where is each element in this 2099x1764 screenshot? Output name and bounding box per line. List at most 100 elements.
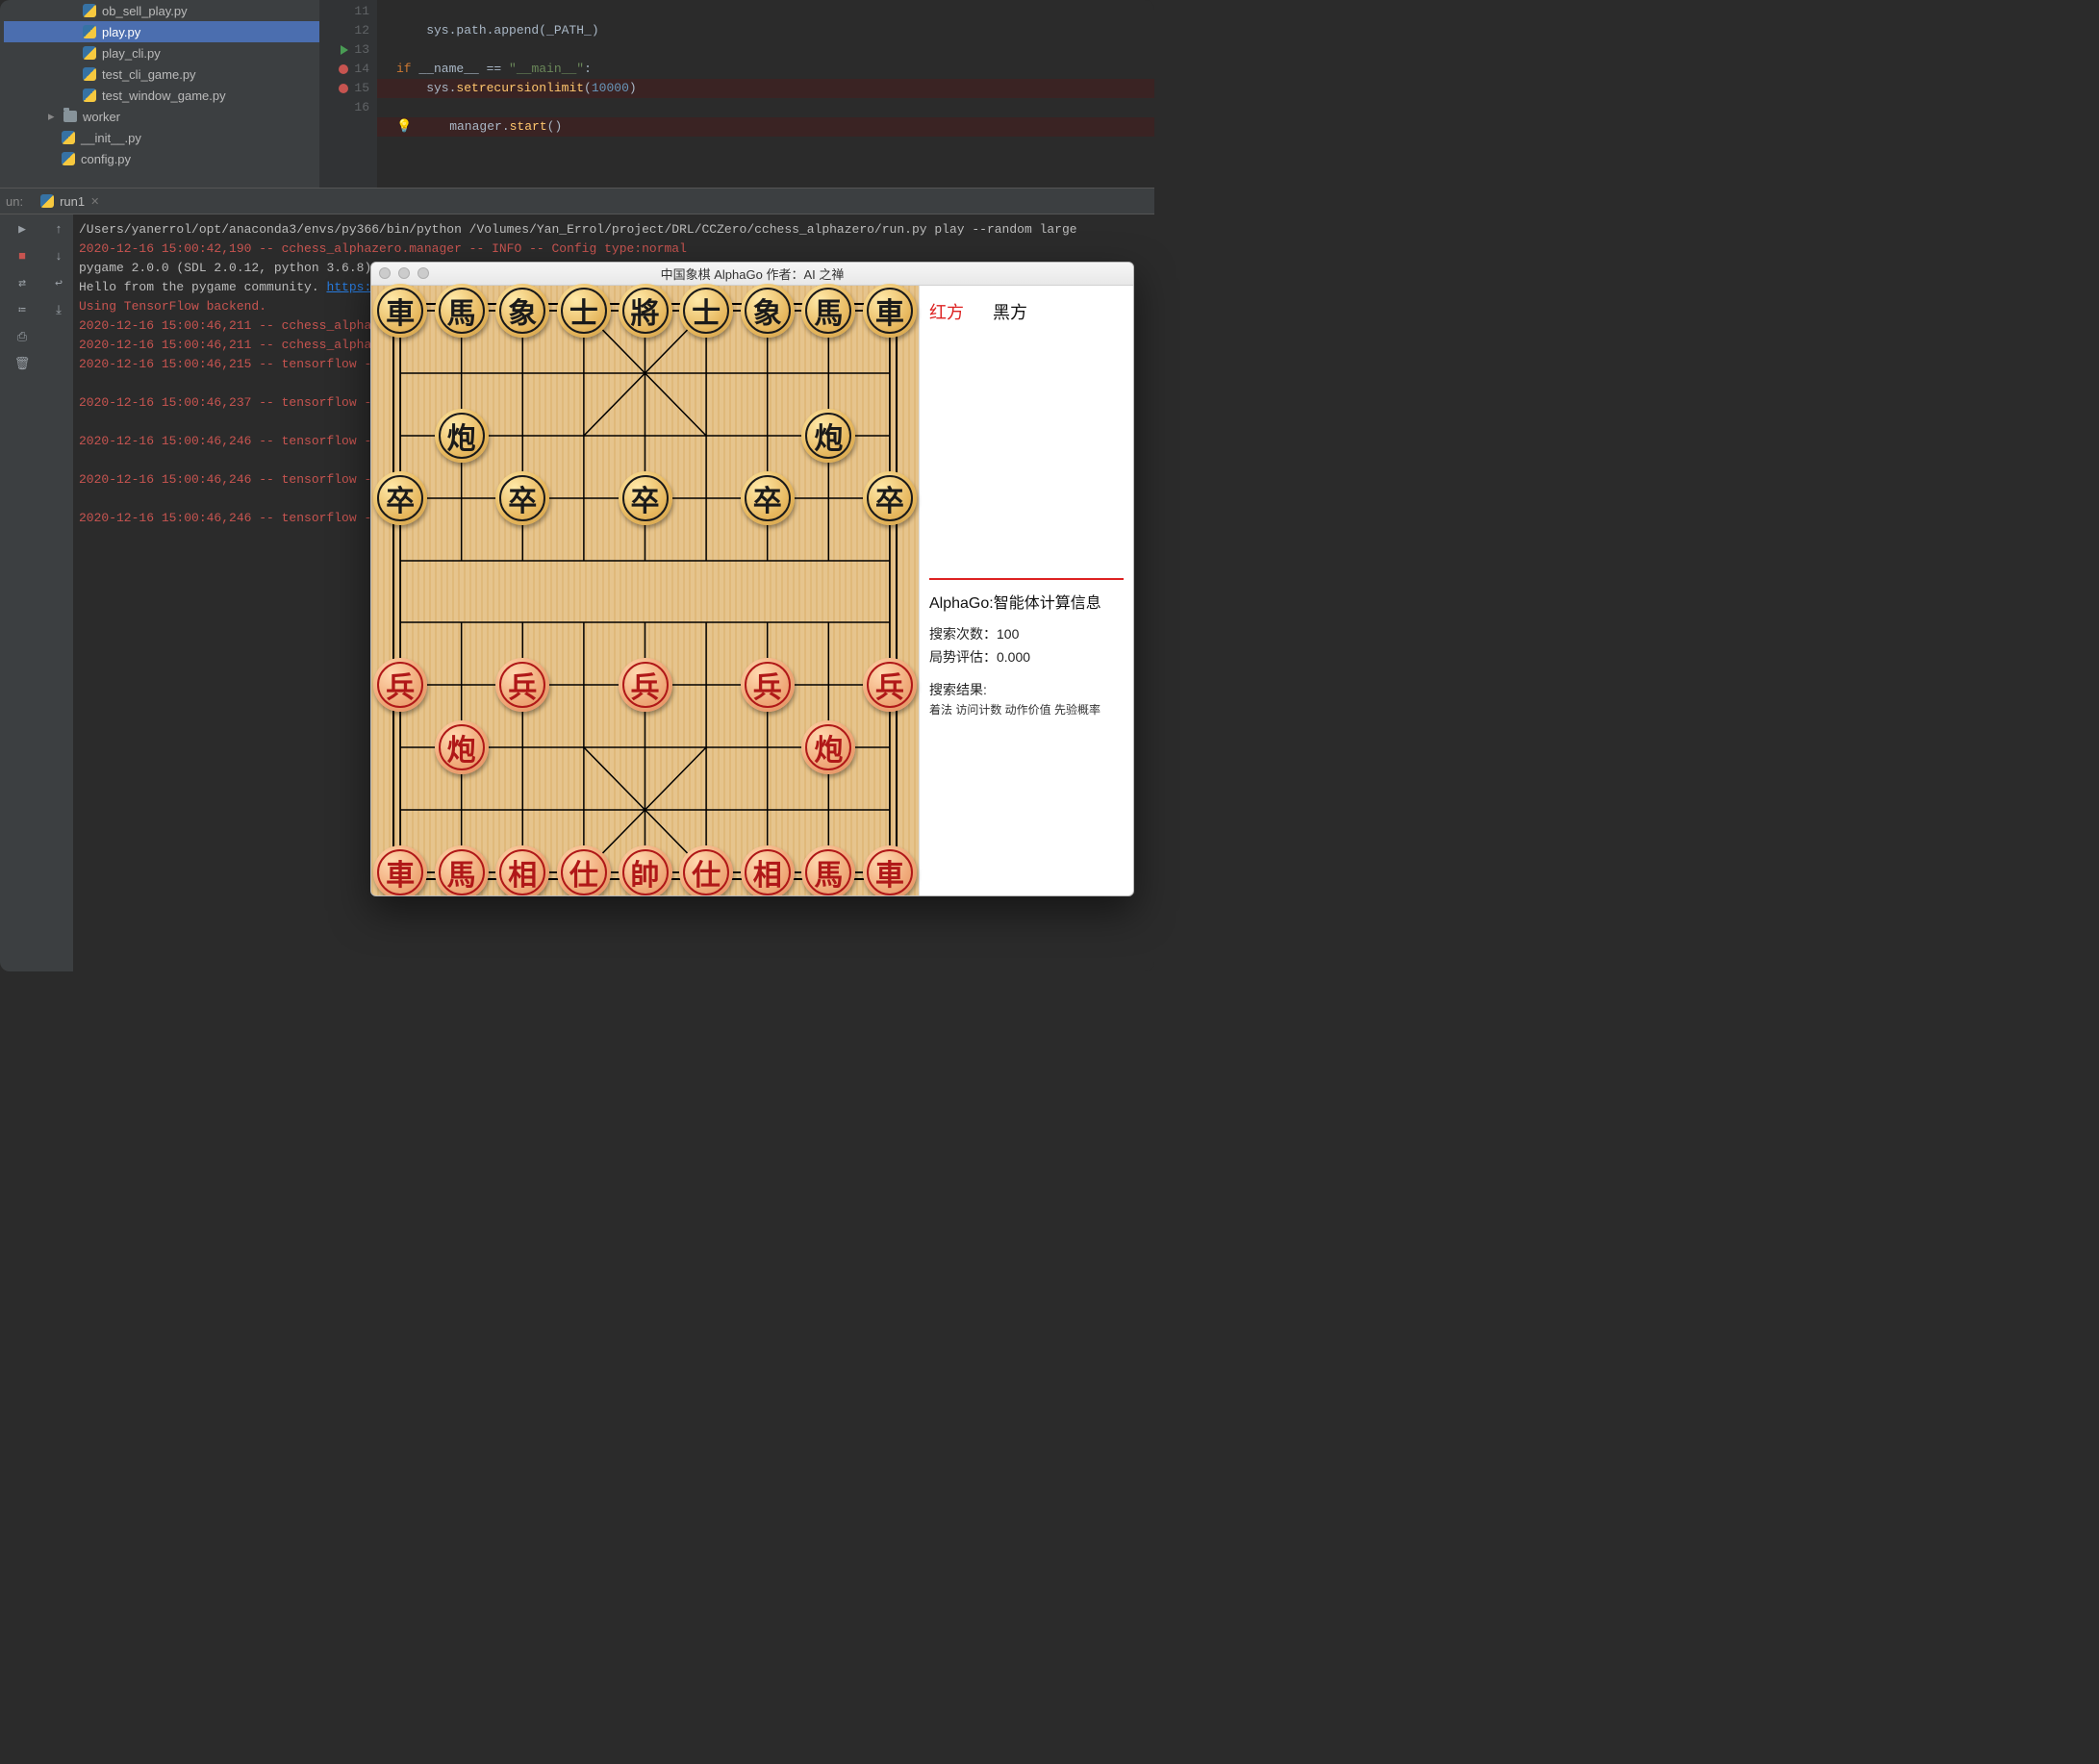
chess-piece-black[interactable]: 士 (679, 284, 733, 338)
close-icon[interactable]: ✕ (90, 195, 99, 208)
tree-file[interactable]: play_cli.py (4, 42, 319, 63)
black-player-label: 黑方 (993, 299, 1027, 324)
print-icon[interactable]: ⎙ (13, 328, 31, 345)
chess-piece-black[interactable]: 炮 (435, 409, 489, 463)
chess-piece-red[interactable]: 馬 (435, 845, 489, 896)
python-file-icon (83, 67, 96, 81)
project-tree[interactable]: ob_sell_play.py play.py play_cli.pytest_cl… (0, 0, 319, 188)
red-player-label: 红方 (929, 299, 964, 324)
board-grid (392, 303, 898, 880)
chess-piece-black[interactable]: 士 (557, 284, 611, 338)
layout-icon[interactable]: ≔ (13, 301, 31, 318)
search-count-value: 100 (997, 626, 1019, 642)
chess-piece-red[interactable]: 仕 (557, 845, 611, 896)
chess-piece-red[interactable]: 相 (495, 845, 549, 896)
chess-piece-black[interactable]: 馬 (435, 284, 489, 338)
tree-item-label: ob_sell_play.py (102, 4, 188, 18)
tree-file[interactable]: __init__.py (4, 127, 319, 148)
gutter-line[interactable]: 11 (319, 2, 369, 21)
search-result-columns: 着法 访问计数 动作价值 先验概率 (929, 701, 1124, 718)
gutter-line[interactable]: 14 (319, 60, 369, 79)
python-file-icon (83, 25, 96, 38)
chess-piece-red[interactable]: 馬 (801, 845, 855, 896)
down-icon[interactable]: ↓ (50, 247, 67, 265)
gutter-line[interactable]: 13 (319, 40, 369, 60)
expand-arrow-icon[interactable]: ▸ (48, 109, 58, 124)
editor-code[interactable]: sys.path.append(_PATH_) if __name__ == "… (377, 0, 1154, 188)
scroll-icon[interactable]: ⤓ (50, 301, 67, 318)
chess-piece-red[interactable]: 車 (863, 845, 917, 896)
window-titlebar[interactable]: 中国象棋 AlphaGo 作者：AI 之禅 (371, 263, 1133, 286)
chess-piece-black[interactable]: 將 (619, 284, 672, 338)
run-gutter-icon[interactable] (341, 45, 348, 55)
bulb-icon[interactable]: 💡 (396, 119, 419, 134)
folder-icon (63, 111, 77, 122)
chess-piece-black[interactable]: 象 (741, 284, 795, 338)
chess-piece-red[interactable]: 炮 (435, 720, 489, 774)
breakpoint-icon[interactable] (339, 64, 348, 74)
xiangqi-app-window[interactable]: 中国象棋 AlphaGo 作者：AI 之禅 (370, 262, 1134, 896)
fn: start (510, 119, 547, 134)
up-icon[interactable]: ↑ (50, 220, 67, 238)
traffic-min[interactable] (398, 267, 410, 279)
console-line: /Users/yanerrol/opt/anaconda3/envs/py366… (79, 220, 1149, 239)
gutter-line[interactable]: 15 (319, 79, 369, 98)
restart-icon[interactable]: ⇄ (13, 274, 31, 291)
run-config-name: run1 (60, 194, 85, 209)
chess-piece-red[interactable]: 兵 (619, 658, 672, 712)
code-line: sys.path.append(_PATH_) (396, 23, 599, 38)
panel-divider (929, 578, 1124, 580)
chess-piece-red[interactable]: 兵 (741, 658, 795, 712)
t: : (584, 62, 592, 76)
chess-piece-black[interactable]: 卒 (741, 471, 795, 525)
tree-item-label: play.py (102, 25, 140, 39)
run-config-tab[interactable]: run1 ✕ (33, 192, 107, 211)
tree-file[interactable]: play.py (4, 21, 319, 42)
tree-file[interactable]: test_window_game.py (4, 85, 319, 106)
breakpoint-icon[interactable] (339, 84, 348, 93)
chess-piece-black[interactable]: 卒 (863, 471, 917, 525)
chess-piece-black[interactable]: 車 (863, 284, 917, 338)
gutter-line[interactable]: 12 (319, 21, 369, 40)
gutter-line[interactable]: 16 (319, 98, 369, 117)
chess-piece-black[interactable]: 卒 (495, 471, 549, 525)
run-toolbar-inner: ↑ ↓ ↩ ⤓ (44, 214, 73, 971)
traffic-max[interactable] (417, 267, 429, 279)
t: manager. (419, 119, 510, 134)
tree-file[interactable]: ob_sell_play.py (4, 0, 319, 21)
chess-piece-black[interactable]: 炮 (801, 409, 855, 463)
chess-piece-red[interactable]: 車 (373, 845, 427, 896)
chess-piece-red[interactable]: 帥 (619, 845, 672, 896)
chess-piece-black[interactable]: 象 (495, 284, 549, 338)
search-count: 搜索次数：100 (929, 624, 1124, 643)
chess-piece-black[interactable]: 馬 (801, 284, 855, 338)
trash-icon[interactable]: 🗑 (13, 355, 31, 372)
stop-icon[interactable]: ■ (13, 247, 31, 265)
chess-piece-red[interactable]: 仕 (679, 845, 733, 896)
chess-board[interactable]: 車馬象士將士象馬車炮炮卒卒卒卒卒兵兵兵兵兵炮炮車馬相仕帥仕相馬車 (392, 303, 898, 880)
line-number: 11 (354, 2, 369, 21)
chess-piece-red[interactable]: 兵 (373, 658, 427, 712)
wrap-icon[interactable]: ↩ (50, 274, 67, 291)
traffic-close[interactable] (379, 267, 391, 279)
chess-piece-black[interactable]: 卒 (373, 471, 427, 525)
line-number: 13 (354, 40, 369, 60)
tree-folder[interactable]: ▸worker (4, 106, 319, 127)
chess-piece-black[interactable]: 卒 (619, 471, 672, 525)
code-line-bp: 💡 manager.start() (377, 117, 1154, 137)
chess-piece-black[interactable]: 車 (373, 284, 427, 338)
t: == (479, 62, 509, 76)
tree-file[interactable]: config.py (4, 148, 319, 169)
t: sys. (396, 81, 456, 95)
kw: if (396, 62, 418, 76)
tree-item-label: test_window_game.py (102, 88, 226, 103)
eval-label: 局势评估： (929, 649, 997, 665)
chess-piece-red[interactable]: 兵 (863, 658, 917, 712)
t: ( (584, 81, 592, 95)
line-number: 16 (354, 98, 369, 117)
code-editor[interactable]: 111213141516 sys.path.append(_PATH_) if … (319, 0, 1154, 188)
tree-file[interactable]: test_cli_game.py (4, 63, 319, 85)
chess-piece-red[interactable]: 相 (741, 845, 795, 896)
run-tool-window-header: un: run1 ✕ (0, 188, 1154, 214)
rerun-icon[interactable]: ▶ (13, 220, 31, 238)
